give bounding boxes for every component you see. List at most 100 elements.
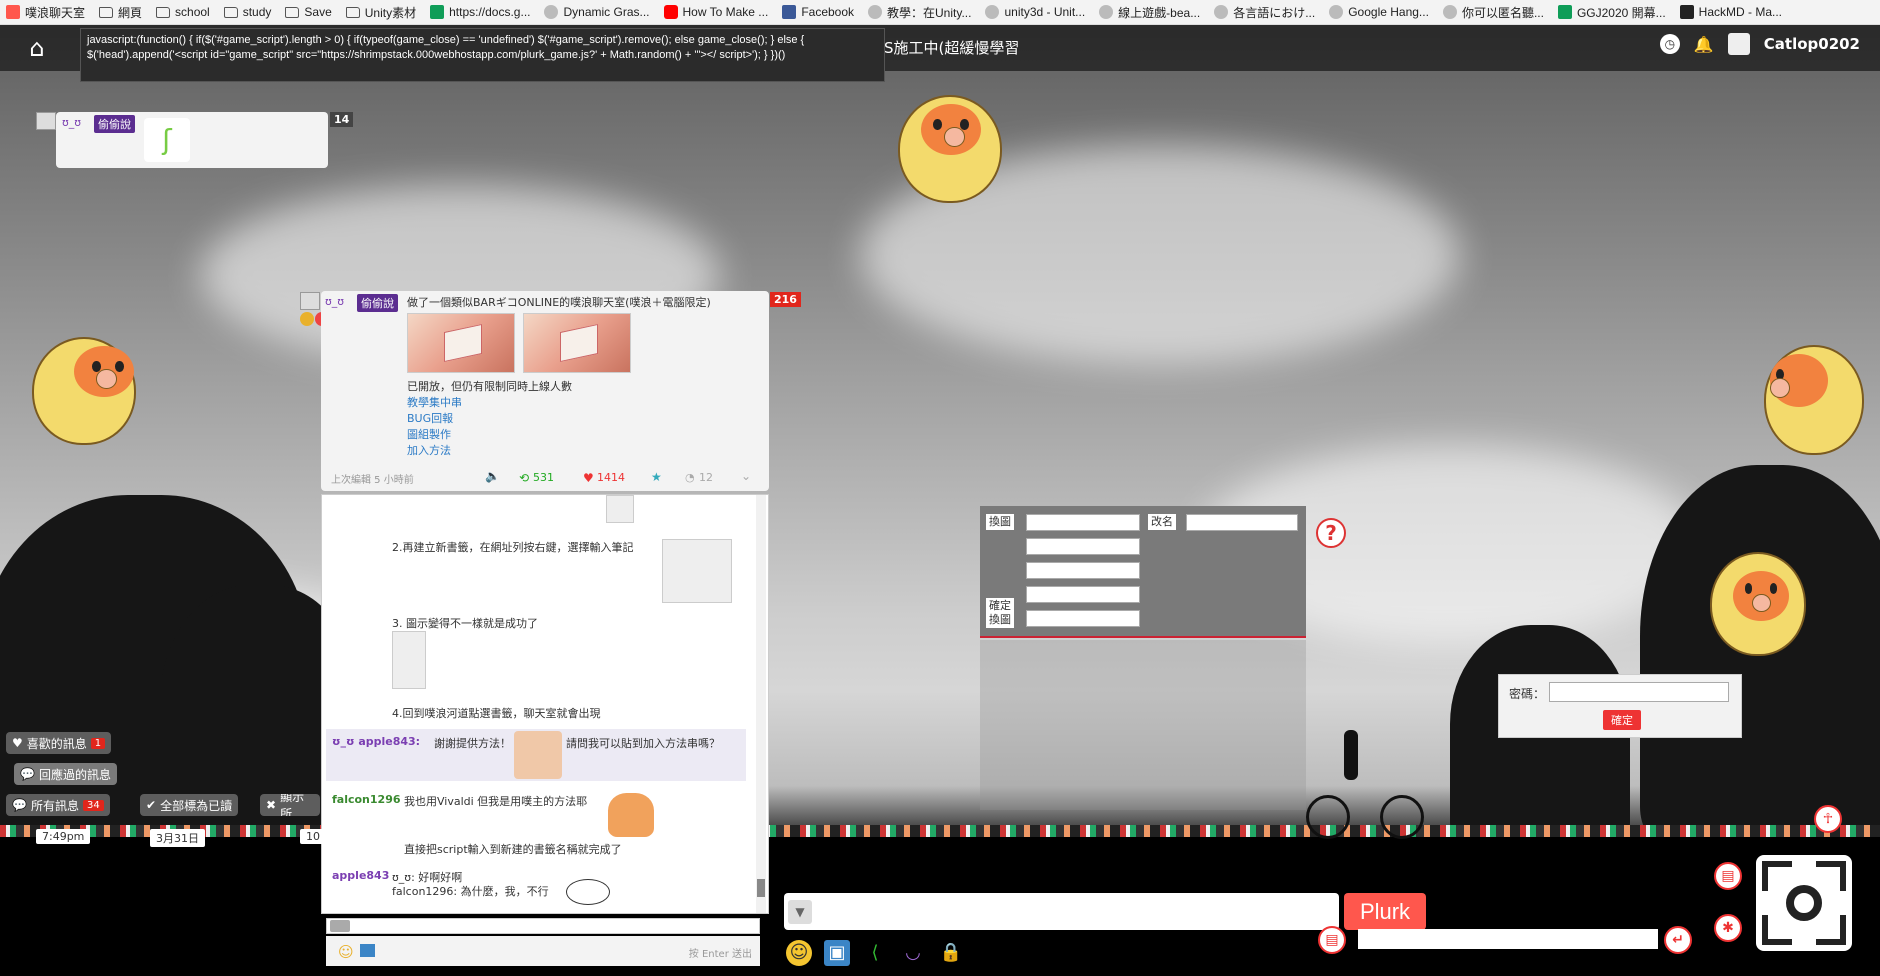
emoticon-icon[interactable]: ☺: [786, 940, 812, 966]
bookmark-item[interactable]: 網頁: [99, 4, 142, 21]
replurk-icon[interactable]: ⟲: [519, 471, 529, 485]
qualifier-dropdown[interactable]: ▼: [788, 900, 812, 924]
plurk-card-small[interactable]: ʊ_ʊ 偷偷說 ʃ: [56, 112, 328, 168]
bird-avatar[interactable]: [32, 337, 136, 445]
responses-panel[interactable]: 2.再建立新書籤，在網址列按右鍵，選擇輸入筆記 3. 圖示變得不一樣就是成功了 …: [321, 494, 769, 914]
image-url-input[interactable]: [1026, 562, 1140, 579]
share-icon[interactable]: ⟨: [862, 940, 888, 966]
image-thumbnail[interactable]: [407, 313, 515, 373]
link-bug-report[interactable]: BUG回報: [407, 411, 462, 427]
bookmark-item[interactable]: HackMD - Ma...: [1679, 5, 1782, 19]
bookmark-item[interactable]: Google Hang...: [1329, 5, 1429, 19]
mask-icon[interactable]: ◡: [900, 940, 926, 966]
image-url-input[interactable]: [1026, 610, 1140, 627]
user-avatar[interactable]: [36, 112, 56, 130]
chat-message-input[interactable]: [1358, 929, 1658, 949]
reply-qualifier-dropdown[interactable]: [330, 920, 350, 932]
chevron-down-icon[interactable]: ⌄: [741, 469, 751, 483]
show-button[interactable]: ✖ 顯示所: [260, 794, 320, 816]
emoticon-icon[interactable]: ☺: [338, 943, 354, 961]
bookmark-item[interactable]: 你可以匿名聽...: [1442, 4, 1544, 21]
bookmark-item[interactable]: 教學：在Unity...: [868, 4, 971, 21]
bookmark-item[interactable]: Facebook: [782, 5, 854, 19]
bird-avatar[interactable]: [1764, 345, 1864, 455]
plurk-button[interactable]: Plurk: [1344, 893, 1426, 930]
check-icon: ✔: [146, 798, 157, 812]
plurk-card-main[interactable]: ʊ_ʊ 偷偷說 做了一個類似BARギコONLINE的噗浪聊天室(噗浪＋電腦限定)…: [321, 291, 769, 491]
favorite-icon[interactable]: ★: [651, 470, 662, 484]
response-author[interactable]: apple843: [332, 869, 389, 882]
user-avatar[interactable]: [1727, 33, 1750, 55]
screenshot-thumbnail[interactable]: [606, 495, 634, 523]
password-confirm-button[interactable]: 確定: [1603, 710, 1641, 730]
scrollbar-thumb[interactable]: [757, 879, 765, 897]
action-icon[interactable]: ✱: [1714, 914, 1742, 942]
enter-icon[interactable]: ↵: [1664, 926, 1692, 954]
bookmark-item[interactable]: Save: [285, 5, 332, 19]
image-url-input[interactable]: [1026, 514, 1140, 531]
globe-icon: [544, 5, 559, 19]
username[interactable]: Catlop0202: [1764, 35, 1860, 53]
bookmark-item[interactable]: unity3d - Unit...: [985, 5, 1085, 19]
image-url-input[interactable]: [1026, 586, 1140, 603]
clock-icon[interactable]: ◷: [1659, 34, 1680, 54]
joystick-control[interactable]: [1756, 855, 1852, 951]
bell-icon[interactable]: 🔔: [1694, 35, 1714, 54]
link-tutorial[interactable]: 教學集中串: [407, 395, 462, 411]
filter-all[interactable]: 💬 所有訊息 34: [6, 794, 110, 816]
filter-label: 顯示所: [280, 794, 305, 816]
screenshot-thumbnail[interactable]: [662, 539, 732, 603]
image-url-input[interactable]: [1026, 538, 1140, 555]
bookmark-item[interactable]: study: [223, 5, 272, 19]
filter-replied[interactable]: 💬 回應過的訊息: [14, 763, 117, 785]
mark-all-read-button[interactable]: ✔ 全部標為已讀: [140, 794, 239, 816]
response-author[interactable]: ʊ_ʊ apple843:: [332, 735, 420, 748]
folder-icon: [99, 6, 114, 18]
bookmark-item[interactable]: Unity素材: [345, 4, 416, 21]
cloud-sticker: [566, 879, 610, 905]
bookmark-item[interactable]: 各言語におけ...: [1214, 4, 1315, 21]
response-text: 直接把script輸入到新建的書籤名稱就完成了: [404, 843, 622, 856]
filter-liked[interactable]: ♥ 喜歡的訊息 1: [6, 732, 112, 754]
bookmark-item[interactable]: school: [156, 5, 210, 19]
image-upload-icon[interactable]: [360, 944, 375, 957]
mute-icon[interactable]: 🔈: [485, 469, 500, 483]
scrollbar[interactable]: [756, 495, 766, 913]
help-icon[interactable]: ?: [1316, 518, 1346, 548]
reply-input[interactable]: [326, 918, 760, 934]
response-icon[interactable]: ◔: [685, 471, 695, 484]
bookmark-item[interactable]: How To Make ...: [663, 5, 768, 19]
like-count: 1414: [597, 471, 625, 484]
link-artwork[interactable]: 圖組製作: [407, 427, 462, 443]
bookmark-item[interactable]: 噗浪聊天室: [6, 4, 85, 21]
link-join-method[interactable]: 加入方法: [407, 443, 462, 459]
save-icon[interactable]: ▤: [1714, 862, 1742, 890]
save-icon[interactable]: ▤: [1318, 926, 1346, 954]
response-author[interactable]: falcon1296: [332, 793, 401, 806]
image-upload-icon[interactable]: ▣: [824, 940, 850, 966]
password-input[interactable]: [1549, 682, 1729, 702]
person-icon[interactable]: ☥: [1814, 805, 1842, 833]
bookmark-item[interactable]: 線上遊戲-bea...: [1099, 4, 1200, 21]
plurk-compose-input[interactable]: [784, 893, 1339, 930]
screenshot-thumbnail[interactable]: [392, 631, 426, 689]
image-thumbnail[interactable]: [523, 313, 631, 373]
bookmark-item[interactable]: GGJ2020 開幕...: [1557, 4, 1666, 21]
bird-avatar[interactable]: [898, 95, 1002, 203]
response-count[interactable]: 14: [330, 112, 354, 127]
filter-label: 所有訊息: [30, 798, 79, 813]
bookmark-item[interactable]: Dynamic Gras...: [544, 5, 650, 19]
home-icon[interactable]: ⌂: [22, 35, 52, 61]
user-avatar[interactable]: [300, 292, 320, 310]
bookmark-label: https://docs.g...: [449, 5, 531, 19]
bird-avatar[interactable]: [1710, 552, 1806, 656]
hackmd-icon: [1679, 5, 1694, 19]
lock-icon[interactable]: 🔒: [938, 940, 964, 966]
response-count[interactable]: 216: [770, 292, 801, 307]
bookmark-item[interactable]: https://docs.g...: [430, 5, 530, 19]
confirm-swap-button[interactable]: 確定 換圖: [986, 598, 1014, 628]
rename-input[interactable]: [1186, 514, 1298, 531]
bookmark-label: 線上遊戲-bea...: [1118, 5, 1201, 20]
bookmark-label: study: [242, 5, 272, 19]
like-icon[interactable]: ♥: [583, 471, 594, 485]
